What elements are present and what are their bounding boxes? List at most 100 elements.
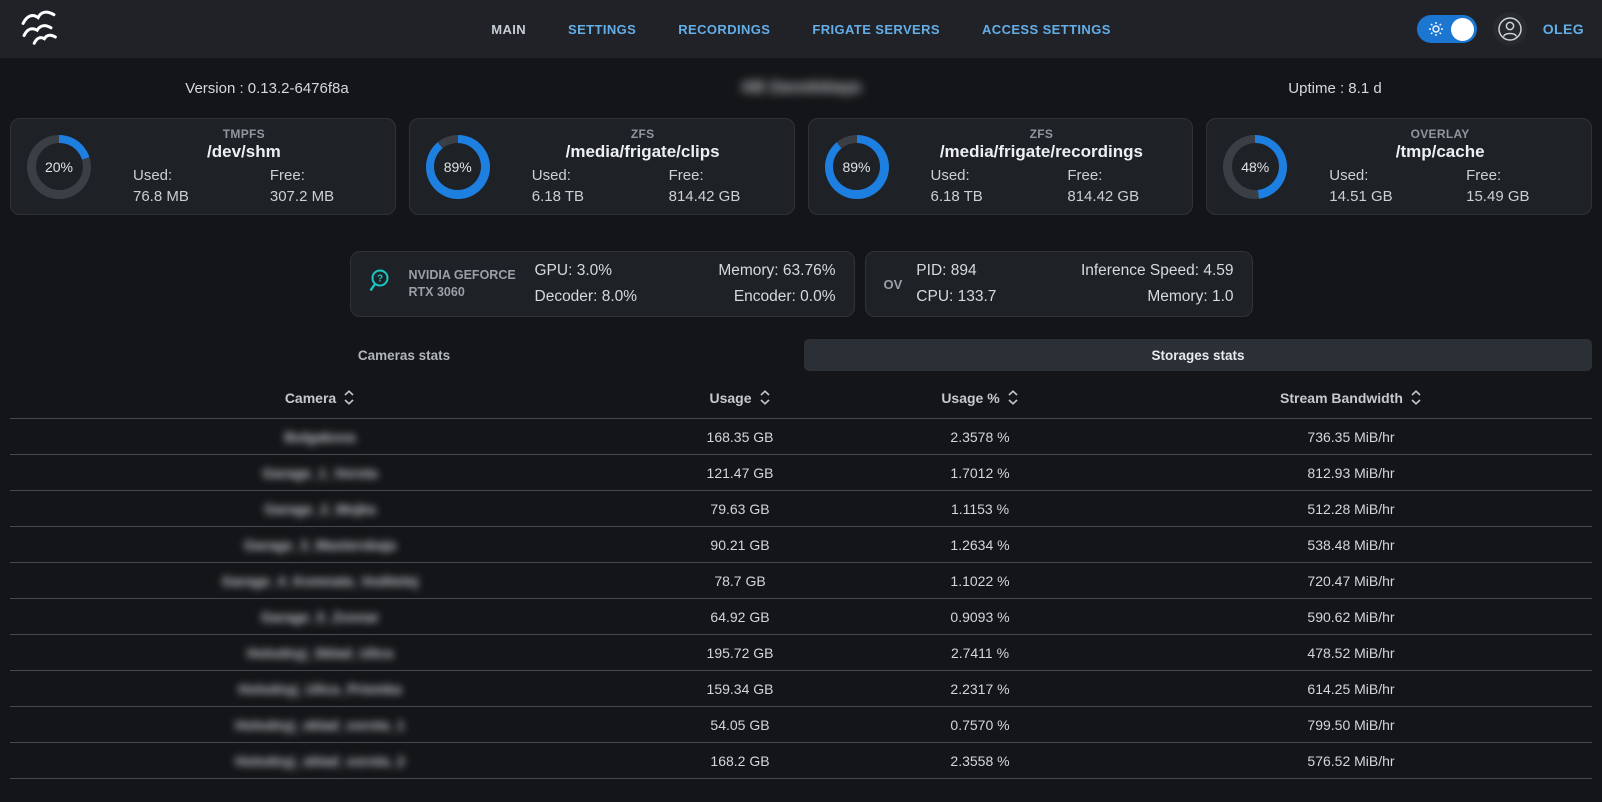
camera-name-cell: Bulgakova	[10, 429, 630, 445]
free-label: Free:	[1466, 165, 1501, 186]
used-label: Used:	[532, 165, 571, 186]
theme-toggle[interactable]	[1417, 15, 1477, 43]
sort-icon	[1007, 390, 1019, 405]
svg-text:?: ?	[376, 273, 382, 284]
fs-path-label: /tmp/cache	[1303, 142, 1577, 162]
nav-item-access-settings[interactable]: ACCESS SETTINGS	[982, 22, 1111, 37]
gpu-usage-stat: GPU: 3.0%	[535, 258, 638, 284]
table-header-row: Camera Usage Usage % Stream Bandwidth	[10, 377, 1592, 419]
nav-item-main[interactable]: MAIN	[491, 22, 526, 37]
table-row: Garage_4_Komnata_Voditelej 78.7 GB 1.102…	[10, 563, 1592, 599]
detector-memory-stat: Memory: 1.0	[1081, 284, 1234, 310]
usage-percent-cell: 1.1022 %	[850, 573, 1110, 589]
donut-percent-label: 20%	[36, 143, 83, 190]
table-row: Garage_5_Zvonar 64.92 GB 0.9093 % 590.62…	[10, 599, 1592, 635]
usage-percent-cell: 1.2634 %	[850, 537, 1110, 553]
camera-name-cell: Garage_2_Mojka	[10, 501, 630, 517]
table-row: Holodnyj_Ulica_Priemka 159.34 GB 2.2317 …	[10, 671, 1592, 707]
fs-type-label: TMPFS	[107, 127, 381, 141]
table-row: Holodnyj_Sklad_Ulica 195.72 GB 2.7411 % …	[10, 635, 1592, 671]
table-row: Garage_2_Mojka 79.63 GB 1.1153 % 512.28 …	[10, 491, 1592, 527]
gpu-encoder-stat: Encoder: 0.0%	[718, 284, 835, 310]
storage-card-info: ZFS /media/frigate/clips Used: 6.18 TB F…	[506, 127, 780, 207]
fs-path-label: /media/frigate/recordings	[905, 142, 1179, 162]
fs-type-label: OVERLAY	[1303, 127, 1577, 141]
usage-cell: 168.35 GB	[630, 429, 850, 445]
fs-path-label: /media/frigate/clips	[506, 142, 780, 162]
storage-card-dev-shm: 20% TMPFS /dev/shm Used: 76.8 MB Free: 3…	[10, 118, 396, 215]
nav-item-recordings[interactable]: RECORDINGS	[678, 22, 770, 37]
usage-percent-cell: 2.3558 %	[850, 753, 1110, 769]
gpu-search-icon: ?	[369, 268, 395, 301]
usage-percent-cell: 2.7411 %	[850, 645, 1110, 661]
used-value: 76.8 MB	[133, 186, 189, 207]
table-body: Bulgakova 168.35 GB 2.3578 % 736.35 MiB/…	[10, 419, 1592, 802]
table-row: Holodnyj_sklad_vorota_1 54.05 GB 0.7570 …	[10, 707, 1592, 743]
sort-header-usage[interactable]: Usage	[630, 390, 850, 406]
top-navbar: MAIN SETTINGS RECORDINGS FRIGATE SERVERS…	[0, 0, 1602, 58]
storage-card-recordings: 89% ZFS /media/frigate/recordings Used: …	[808, 118, 1194, 215]
usage-percent-cell: 1.1153 %	[850, 501, 1110, 517]
storage-cards-row: 20% TMPFS /dev/shm Used: 76.8 MB Free: 3…	[10, 118, 1592, 215]
gpu-memory-stat: Memory: 63.76%	[718, 258, 835, 284]
stats-tabs: Cameras stats Storages stats	[10, 339, 1592, 371]
usage-cell: 195.72 GB	[630, 645, 850, 661]
nav-item-settings[interactable]: SETTINGS	[568, 22, 636, 37]
gpu-card: ? NVIDIA GEFORCE RTX 3060 GPU: 3.0% Deco…	[350, 251, 855, 317]
sun-icon	[1426, 19, 1446, 39]
used-value: 14.51 GB	[1329, 186, 1392, 207]
camera-name-cell: Garage_1_Vorota	[10, 465, 630, 481]
table-row: Holodnyj_sklad_vorota_2 168.2 GB 2.3558 …	[10, 743, 1592, 779]
header-bandwidth-label: Stream Bandwidth	[1280, 390, 1403, 406]
tab-cameras-stats[interactable]: Cameras stats	[10, 339, 798, 371]
header-usage-label: Usage	[709, 390, 751, 406]
table-row: Bulgakova 168.35 GB 2.3578 % 736.35 MiB/…	[10, 419, 1592, 455]
user-avatar-icon[interactable]	[1493, 12, 1527, 46]
usage-donut-chart: 20%	[27, 135, 91, 199]
used-label: Used:	[931, 165, 970, 186]
camera-name-cell: Holodnyj_sklad_vorota_2	[10, 753, 630, 769]
sort-header-bandwidth[interactable]: Stream Bandwidth	[1110, 390, 1592, 406]
detector-card: OV PID: 894 CPU: 133.7 Inference Speed: …	[865, 251, 1253, 317]
usage-cell: 78.7 GB	[630, 573, 850, 589]
tab-storages-stats[interactable]: Storages stats	[804, 339, 1592, 371]
camera-name-cell: Holodnyj_Sklad_Ulica	[10, 645, 630, 661]
gpu-name-label: NVIDIA GEFORCE RTX 3060	[409, 267, 521, 301]
bandwidth-cell: 736.35 MiB/hr	[1110, 429, 1592, 445]
used-value: 6.18 TB	[532, 186, 584, 207]
bandwidth-cell: 576.52 MiB/hr	[1110, 753, 1592, 769]
camera-name-cell: Holodnyj_Ulica_Priemka	[10, 681, 630, 697]
usage-percent-cell: 0.9093 %	[850, 609, 1110, 625]
frigate-logo-icon[interactable]	[18, 8, 66, 50]
bandwidth-cell: 590.62 MiB/hr	[1110, 609, 1592, 625]
usage-cell: 121.47 GB	[630, 465, 850, 481]
bandwidth-cell: 799.50 MiB/hr	[1110, 717, 1592, 733]
usage-donut-chart: 89%	[825, 135, 889, 199]
sort-header-camera[interactable]: Camera	[10, 390, 630, 406]
detector-cpu-stat: CPU: 133.7	[916, 284, 996, 310]
camera-name-cell: Holodnyj_sklad_vorota_1	[10, 717, 630, 733]
storage-card-info: OVERLAY /tmp/cache Used: 14.51 GB Free: …	[1303, 127, 1577, 207]
table-row: Garage_3_Masterskaja 90.21 GB 1.2634 % 5…	[10, 527, 1592, 563]
usage-percent-cell: 2.2317 %	[850, 681, 1110, 697]
bandwidth-cell: 720.47 MiB/hr	[1110, 573, 1592, 589]
usage-percent-cell: 2.3578 %	[850, 429, 1110, 445]
free-value: 307.2 MB	[270, 186, 334, 207]
used-value: 6.18 TB	[931, 186, 983, 207]
nav-item-frigate-servers[interactable]: FRIGATE SERVERS	[812, 22, 940, 37]
username-label[interactable]: OLEG	[1543, 21, 1584, 37]
sort-header-usage-percent[interactable]: Usage %	[850, 390, 1110, 406]
usage-cell: 159.34 GB	[630, 681, 850, 697]
gpu-decoder-stat: Decoder: 8.0%	[535, 284, 638, 310]
storage-card-info: ZFS /media/frigate/recordings Used: 6.18…	[905, 127, 1179, 207]
storage-card-info: TMPFS /dev/shm Used: 76.8 MB Free: 307.2…	[107, 127, 381, 207]
free-value: 814.42 GB	[669, 186, 741, 207]
usage-cell: 168.2 GB	[630, 753, 850, 769]
free-label: Free:	[270, 165, 305, 186]
bandwidth-cell: 538.48 MiB/hr	[1110, 537, 1592, 553]
usage-cell: 79.63 GB	[630, 501, 850, 517]
table-row: Garage_1_Vorota 121.47 GB 1.7012 % 812.9…	[10, 455, 1592, 491]
usage-donut-chart: 89%	[426, 135, 490, 199]
storage-card-clips: 89% ZFS /media/frigate/clips Used: 6.18 …	[409, 118, 795, 215]
header-camera-label: Camera	[285, 390, 336, 406]
